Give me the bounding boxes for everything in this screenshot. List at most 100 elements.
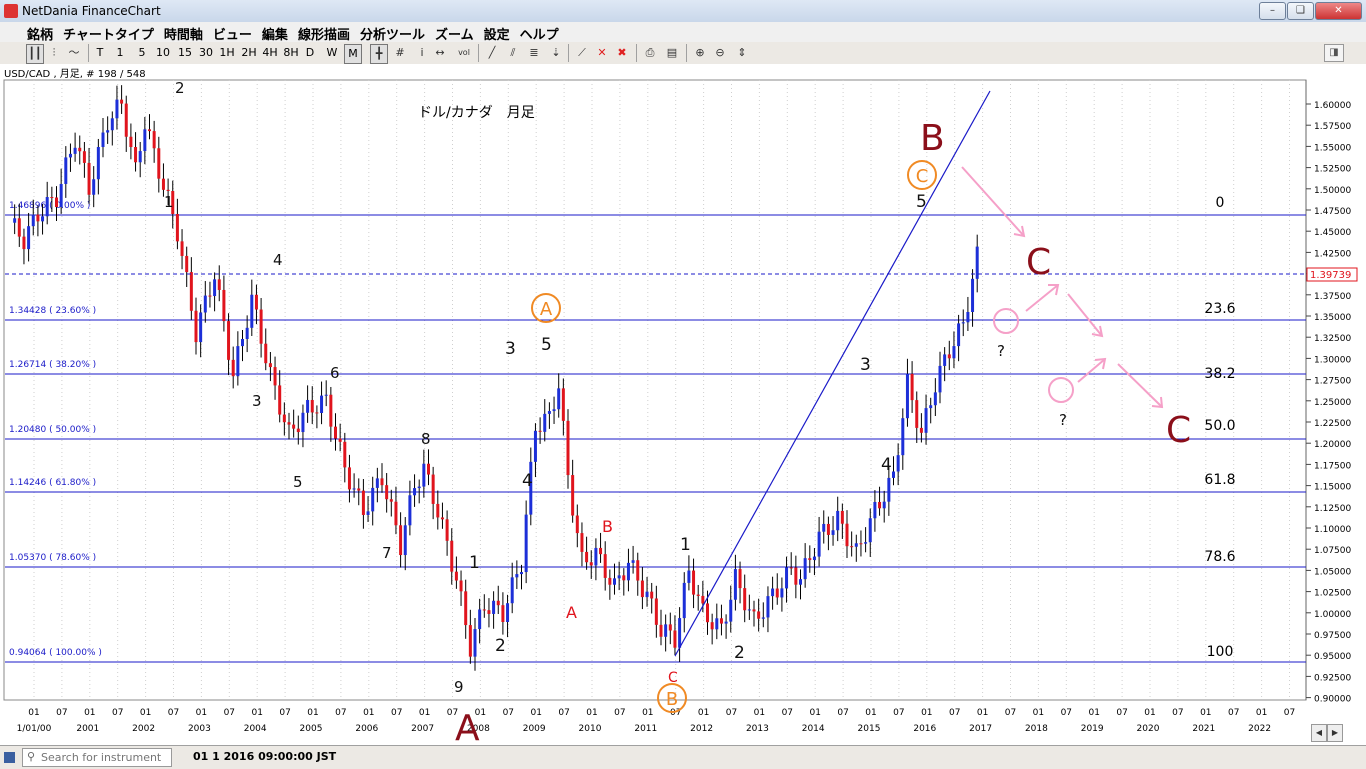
candle-body — [22, 236, 26, 250]
candle-body — [245, 327, 249, 339]
menu-settings[interactable]: 設定 — [479, 22, 515, 43]
menu-chart-type[interactable]: チャートタイプ — [58, 22, 159, 43]
close-button[interactable]: ✕ — [1315, 2, 1362, 20]
toolbar-separator — [568, 44, 569, 62]
menu-help[interactable]: ヘルプ — [515, 22, 564, 43]
pin-panel-icon[interactable]: ◨ — [1324, 44, 1344, 62]
volume-icon[interactable]: vol — [456, 44, 472, 62]
candle-body — [706, 603, 709, 623]
menu-symbol[interactable]: 銘柄 — [22, 22, 58, 43]
circled-wave-c-label: C — [916, 166, 929, 187]
fib-percent-label: 0 — [1216, 195, 1225, 211]
candle-body — [803, 558, 807, 580]
period-30min[interactable]: 30 — [197, 44, 215, 62]
period-10min[interactable]: 10 — [154, 44, 172, 62]
crosshair-icon[interactable]: ╋ — [370, 44, 388, 64]
period-monthly[interactable]: M — [344, 44, 362, 64]
candle-body — [924, 408, 928, 433]
menu-timeframe[interactable]: 時間軸 — [159, 22, 208, 43]
menu-view[interactable]: ビュー — [208, 22, 257, 43]
print-icon[interactable]: ⎙ — [642, 44, 658, 62]
candle-body — [27, 226, 31, 250]
restore-button[interactable]: ❑ — [1287, 2, 1314, 20]
candle-body — [45, 197, 49, 217]
minimize-button[interactable]: – — [1259, 2, 1286, 20]
price-tick-label: 1.22500 — [1314, 419, 1351, 429]
info-icon[interactable]: i — [414, 44, 430, 62]
fibonacci-tool-icon[interactable]: ≣ — [526, 44, 542, 62]
trendline-tool-icon[interactable]: ╱ — [484, 44, 500, 62]
candle-body — [552, 409, 556, 412]
candle-body — [845, 523, 849, 547]
delete-drawing-icon[interactable]: ✕ — [594, 44, 610, 62]
channel-tool-icon[interactable]: ⫽ — [505, 44, 521, 62]
period-5min[interactable]: 5 — [136, 44, 148, 62]
candle-body — [794, 567, 798, 585]
menu-line-drawing[interactable]: 線形描画 — [293, 22, 355, 43]
year-tick-label: 2010 — [579, 724, 602, 734]
fib-level-label: 1.26714 ( 38.20% ) — [9, 360, 96, 370]
month-tick-label: 07 — [279, 708, 290, 718]
zoom-out-icon[interactable]: ⊖ — [712, 44, 728, 62]
year-tick-label: 2002 — [132, 724, 155, 734]
year-tick-label: 2006 — [355, 724, 378, 734]
period-1h[interactable]: 1H — [218, 44, 236, 62]
month-tick-label: 01 — [642, 708, 653, 718]
wave-label: 5 — [916, 192, 927, 212]
candle-body — [538, 430, 542, 432]
instrument-search[interactable]: ⚲ — [22, 748, 172, 767]
candle-body — [761, 617, 765, 619]
print-preview-icon[interactable]: ▤ — [664, 44, 680, 62]
year-tick-label: 2009 — [523, 724, 546, 734]
candle-body — [138, 151, 142, 163]
period-weekly[interactable]: W — [324, 44, 340, 62]
candle-body — [533, 430, 537, 462]
candle-body — [241, 338, 244, 347]
toolbar-separator — [636, 44, 637, 62]
candle-body — [812, 556, 816, 561]
candle-body — [64, 157, 68, 184]
candle-body — [101, 132, 105, 148]
candlestick-chart-icon[interactable]: ┃┃ — [26, 44, 44, 64]
fib-percent-label: 50.0 — [1204, 418, 1235, 434]
period-8h[interactable]: 8H — [281, 44, 301, 62]
candle-body — [41, 216, 45, 222]
menu-analysis-tools[interactable]: 分析ツール — [355, 22, 430, 43]
scroll-lr-icon[interactable]: ↔ — [432, 44, 448, 62]
zoom-in-icon[interactable]: ⊕ — [692, 44, 708, 62]
price-chart[interactable]: 1.60000 1.57500 1.55000 1.52500 1.50000 1.475… — [0, 64, 1366, 745]
candle-body — [626, 562, 630, 581]
month-tick-label: 01 — [363, 708, 374, 718]
period-daily[interactable]: D — [303, 44, 317, 62]
period-1min[interactable]: 1 — [114, 44, 126, 62]
draw-line-icon[interactable]: ⟋ — [574, 44, 590, 62]
arrow-tool-icon[interactable]: ⇣ — [548, 44, 564, 62]
wave-label: 4 — [273, 251, 283, 269]
candle-body — [622, 575, 626, 581]
wave-label: 7 — [382, 544, 392, 562]
month-tick-label: 01 — [921, 708, 932, 718]
year-tick-label: 1/01/00 — [17, 724, 52, 734]
month-tick-label: 07 — [503, 708, 514, 718]
month-tick-label: 01 — [84, 708, 95, 718]
zoom-fit-icon[interactable]: ⇕ — [734, 44, 750, 62]
month-tick-label: 07 — [1005, 708, 1016, 718]
candle-body — [850, 546, 854, 548]
candle-body — [59, 183, 63, 208]
delete-all-icon[interactable]: ✖ — [614, 44, 630, 62]
period-15min[interactable]: 15 — [176, 44, 194, 62]
bar-chart-icon[interactable]: ⫶ — [46, 44, 62, 62]
period-4h[interactable]: 4H — [260, 44, 280, 62]
scroll-right-icon[interactable]: ▶ — [1327, 724, 1343, 742]
menu-zoom[interactable]: ズーム — [430, 22, 479, 43]
price-tick-label: 1.60000 — [1314, 101, 1351, 111]
period-tick[interactable]: T — [94, 44, 106, 62]
candle-body — [110, 118, 114, 131]
search-input[interactable] — [41, 750, 167, 764]
candle-body — [510, 577, 514, 604]
scroll-left-icon[interactable]: ◀ — [1311, 724, 1327, 742]
grid-icon[interactable]: # — [392, 44, 408, 62]
menu-edit[interactable]: 編集 — [257, 22, 293, 43]
line-chart-icon[interactable]: 〜 — [66, 44, 82, 62]
period-2h[interactable]: 2H — [239, 44, 259, 62]
